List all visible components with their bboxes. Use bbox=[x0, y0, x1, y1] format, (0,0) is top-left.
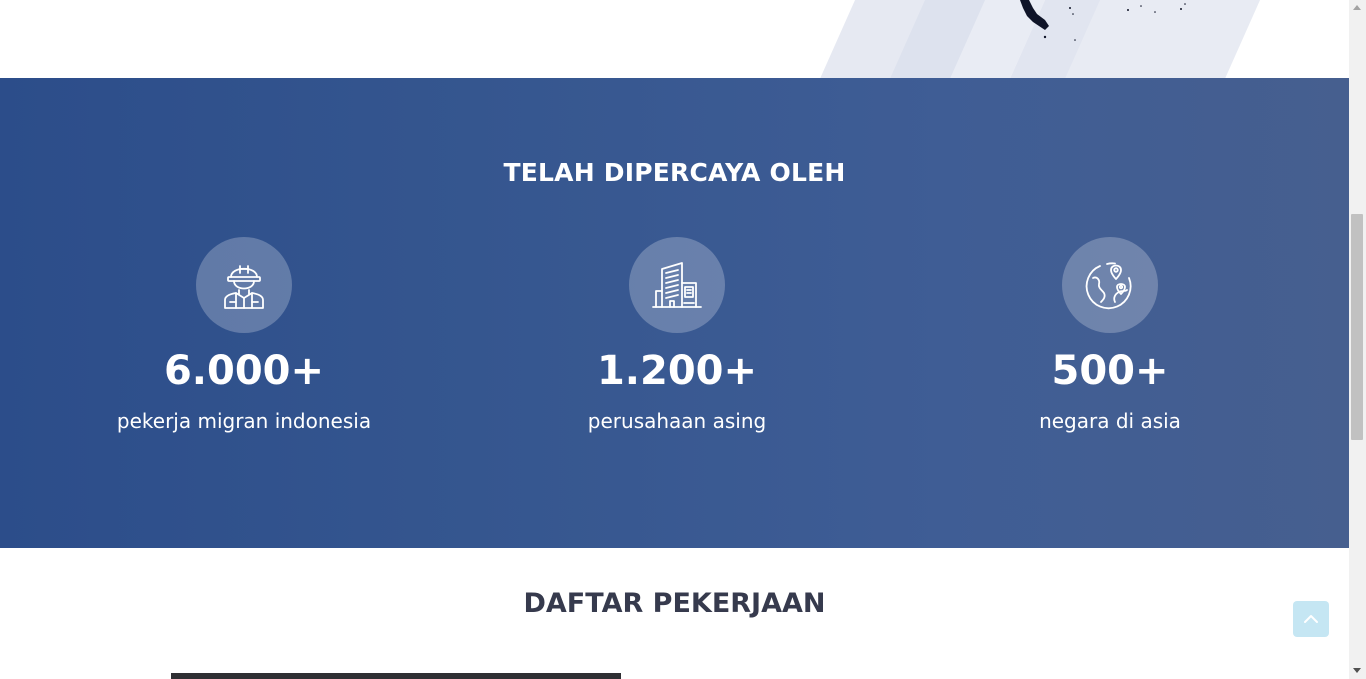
stat-item-workers: 6.000+ pekerja migran indonesia bbox=[44, 237, 444, 433]
stat-label: pekerja migran indonesia bbox=[116, 409, 372, 433]
section-title: TELAH DIPERCAYA OLEH bbox=[503, 158, 846, 187]
scroll-down-arrow-icon[interactable] bbox=[1353, 668, 1361, 673]
stat-icon-circle bbox=[1062, 237, 1158, 333]
stat-item-countries: 500+ negara di asia bbox=[910, 237, 1310, 433]
globe-location-icon bbox=[1085, 262, 1132, 310]
chevron-up-icon bbox=[1304, 615, 1318, 623]
jobs-section-title: DAFTAR PEKERJAAN bbox=[523, 588, 826, 619]
stat-icon-circle bbox=[196, 237, 292, 333]
stat-icon-circle bbox=[629, 237, 725, 333]
scroll-up-arrow-icon[interactable] bbox=[1353, 5, 1361, 10]
page: TELAH DIPERCAYA OLEH 6.000+ pekerja migr… bbox=[0, 0, 1349, 679]
trusted-by-section: TELAH DIPERCAYA OLEH 6.000+ pekerja migr… bbox=[0, 78, 1349, 548]
stat-item-companies: 1.200+ perusahaan asing bbox=[477, 237, 877, 433]
hero-section bbox=[0, 0, 1349, 78]
stat-value: 1.200+ bbox=[596, 348, 758, 394]
stat-value: 6.000+ bbox=[163, 348, 325, 394]
world-map-fragment bbox=[1020, 0, 1186, 41]
worker-icon bbox=[224, 265, 264, 309]
stat-value: 500+ bbox=[1051, 348, 1169, 394]
vertical-scrollbar[interactable] bbox=[1349, 0, 1366, 679]
stat-label: perusahaan asing bbox=[587, 409, 767, 433]
stat-label: negara di asia bbox=[1039, 409, 1181, 433]
back-to-top-button[interactable] bbox=[1293, 601, 1329, 637]
job-card-image[interactable] bbox=[171, 673, 621, 679]
scrollbar-thumb[interactable] bbox=[1351, 214, 1363, 440]
building-icon bbox=[652, 262, 702, 308]
